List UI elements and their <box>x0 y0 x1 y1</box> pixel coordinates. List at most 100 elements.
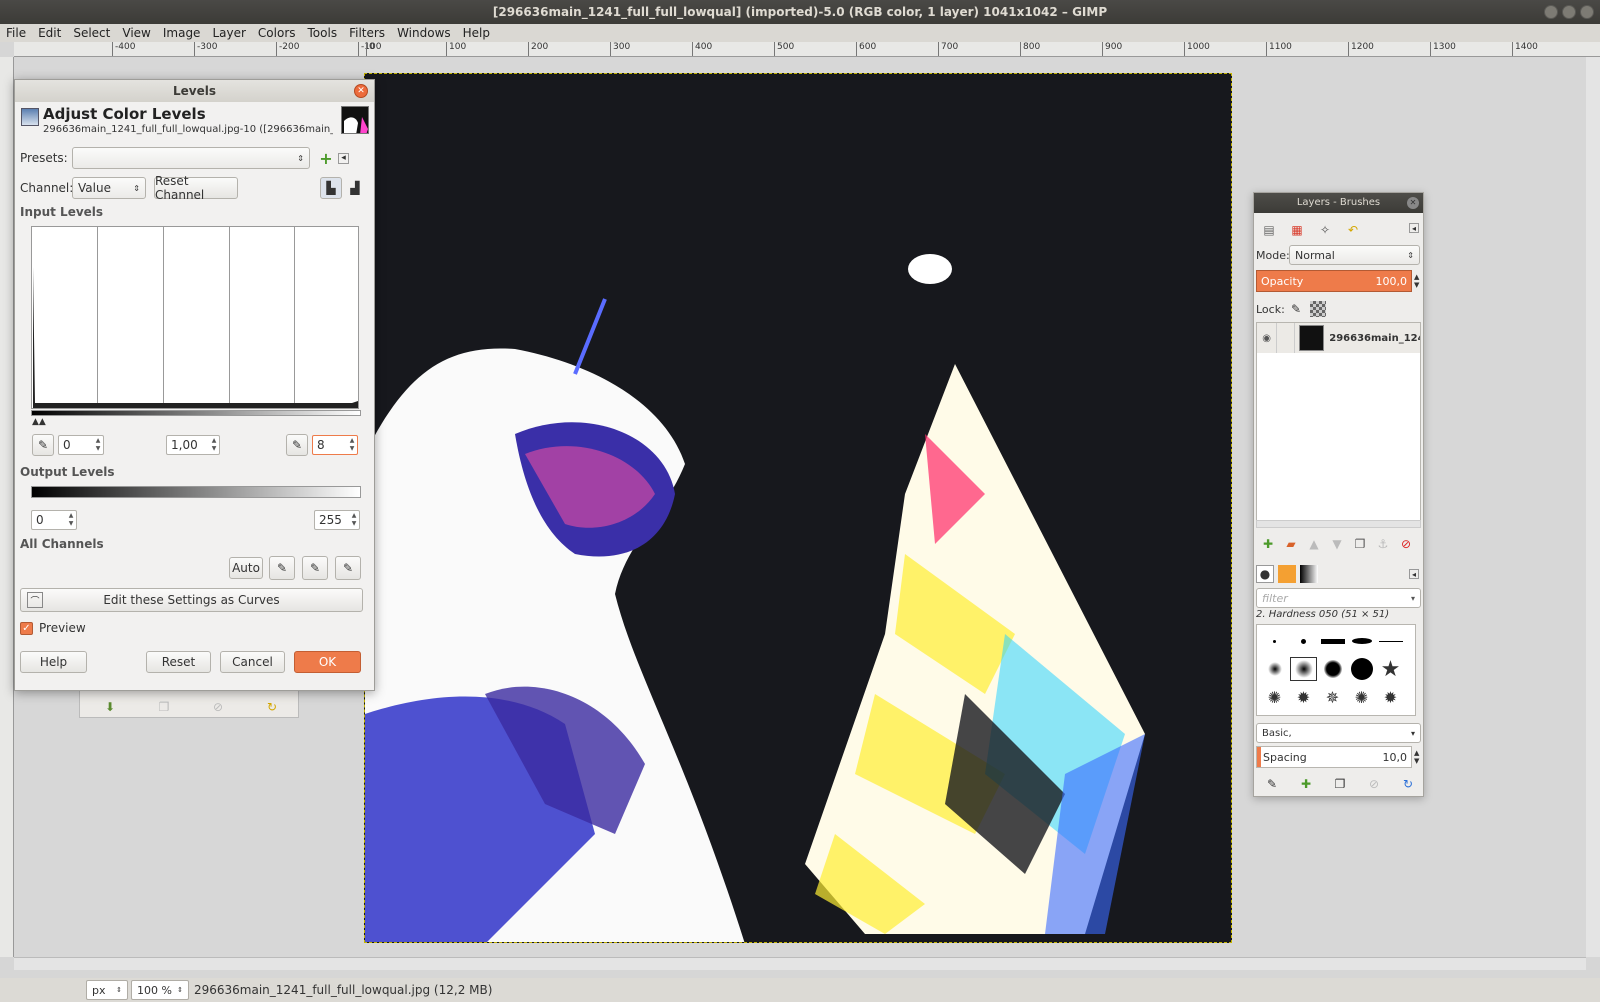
brush-item[interactable] <box>1290 629 1317 653</box>
brush-item[interactable]: ✹ <box>1290 685 1317 709</box>
brush-item[interactable] <box>1319 629 1346 653</box>
reset-button[interactable]: Reset <box>146 651 211 673</box>
image-canvas[interactable] <box>364 73 1232 943</box>
delete-icon[interactable]: ⊘ <box>210 699 226 715</box>
menu-file[interactable]: File <box>0 24 32 42</box>
brushes-tab-icon[interactable]: ● <box>1256 565 1274 583</box>
lower-layer-icon[interactable]: ▼ <box>1329 536 1345 552</box>
edit-curves-button[interactable]: ⌒ Edit these Settings as Curves <box>20 588 363 612</box>
levels-titlebar[interactable]: Levels ✕ <box>15 80 374 102</box>
paths-tab-icon[interactable]: ✧ <box>1314 219 1336 241</box>
brush-item[interactable] <box>1377 629 1404 653</box>
black-eyedropper-icon[interactable]: ✎ <box>32 434 54 456</box>
layer-name[interactable]: 296636main_1241_ <box>1329 333 1420 344</box>
pick-black-icon[interactable]: ✎ <box>269 556 295 580</box>
ok-button[interactable]: OK <box>294 651 361 673</box>
linear-histogram-icon[interactable]: ▙ <box>320 177 342 199</box>
channel-combo[interactable]: Value ⇕ <box>72 177 146 199</box>
brush-item[interactable]: ✺ <box>1261 685 1288 709</box>
duplicate-icon[interactable]: ❐ <box>156 699 172 715</box>
pick-white-icon[interactable]: ✎ <box>335 556 361 580</box>
close-button[interactable] <box>1580 5 1594 19</box>
menu-edit[interactable]: Edit <box>32 24 67 42</box>
dock-titlebar[interactable]: Layers - Brushes ✕ <box>1254 193 1423 213</box>
preview-checkbox[interactable]: ✓ <box>20 621 33 635</box>
preset-menu-icon[interactable]: ◂ <box>338 152 349 164</box>
edit-brush-icon[interactable]: ✎ <box>1264 776 1280 792</box>
menu-select[interactable]: Select <box>67 24 116 42</box>
input-high-spin[interactable]: 8 ▲ ▼ <box>312 435 358 455</box>
opacity-spin-arrows[interactable]: ▲ ▼ <box>1414 273 1419 289</box>
patterns-tab-icon[interactable] <box>1278 565 1296 583</box>
brush-item[interactable]: ✹ <box>1377 685 1404 709</box>
pick-gray-icon[interactable]: ✎ <box>302 556 328 580</box>
opacity-slider[interactable]: Opacity 100,0 <box>1256 270 1412 292</box>
horizontal-ruler[interactable]: -400 -300 -200 -100 0 100 200 300 400 50… <box>14 42 1600 57</box>
cancel-button[interactable]: Cancel <box>220 651 285 673</box>
brush-item-selected[interactable] <box>1290 657 1317 681</box>
close-icon[interactable]: ✕ <box>1407 197 1419 209</box>
lock-alpha-icon[interactable] <box>1310 301 1326 317</box>
brush-item[interactable] <box>1261 629 1288 653</box>
vertical-scrollbar[interactable] <box>1586 57 1600 957</box>
brush-item[interactable]: ✵ <box>1319 685 1346 709</box>
menu-help[interactable]: Help <box>457 24 496 42</box>
white-eyedropper-icon[interactable]: ✎ <box>286 434 308 456</box>
input-slider-handles[interactable]: ▲▲ <box>32 417 46 427</box>
brush-item[interactable] <box>1348 657 1375 681</box>
layer-row[interactable]: ◉ 296636main_1241_ <box>1257 323 1420 353</box>
layers-tab-icon[interactable]: ▤ <box>1258 219 1280 241</box>
save-icon[interactable]: ⬇ <box>102 699 118 715</box>
help-button[interactable]: Help <box>20 651 87 673</box>
brush-item[interactable] <box>1261 657 1288 681</box>
layer-list-hscrollbar[interactable] <box>1256 520 1421 528</box>
reset-channel-button[interactable]: Reset Channel <box>154 174 238 202</box>
duplicate-layer-icon[interactable]: ❐ <box>1352 536 1368 552</box>
brush-grid[interactable]: ★ ✺ ✹ ✵ ✺ ✹ <box>1256 624 1416 716</box>
brush-item[interactable] <box>1348 629 1375 653</box>
eye-icon[interactable]: ◉ <box>1257 330 1276 346</box>
channels-tab-icon[interactable]: ▦ <box>1286 219 1308 241</box>
input-gamma-spin[interactable]: 1,00 ▲ ▼ <box>166 435 220 455</box>
vertical-ruler[interactable] <box>0 57 14 957</box>
duplicate-brush-icon[interactable]: ❐ <box>1332 776 1348 792</box>
horizontal-scrollbar[interactable] <box>14 957 1586 970</box>
new-group-icon[interactable]: ▰ <box>1283 536 1299 552</box>
presets-combo[interactable]: ⇕ <box>72 147 310 169</box>
menu-layer[interactable]: Layer <box>206 24 251 42</box>
dock-menu-icon[interactable]: ◂ <box>1409 223 1419 233</box>
menu-windows[interactable]: Windows <box>391 24 457 42</box>
mode-combo[interactable]: Normal ⇕ <box>1289 245 1420 265</box>
add-preset-icon[interactable]: + <box>318 149 334 168</box>
brush-item[interactable] <box>1319 657 1346 681</box>
delete-brush-icon[interactable]: ⊘ <box>1366 776 1382 792</box>
brush-tag-combo[interactable]: Basic, ▾ <box>1256 723 1421 743</box>
gradients-tab-icon[interactable] <box>1300 565 1318 583</box>
brush-item[interactable]: ★ <box>1377 657 1404 682</box>
new-brush-icon[interactable]: ✚ <box>1298 776 1314 792</box>
spacing-slider[interactable]: Spacing 10,0 <box>1256 746 1412 768</box>
undo-history-tab-icon[interactable]: ↶ <box>1342 219 1364 241</box>
minimize-button[interactable] <box>1544 5 1558 19</box>
raise-layer-icon[interactable]: ▲ <box>1306 536 1322 552</box>
lock-pixels-icon[interactable]: ✎ <box>1288 301 1304 317</box>
menu-tools[interactable]: Tools <box>302 24 344 42</box>
spacing-spin-arrows[interactable]: ▲ ▼ <box>1414 749 1419 765</box>
layer-list[interactable]: ◉ 296636main_1241_ <box>1256 322 1421 522</box>
menu-image[interactable]: Image <box>157 24 207 42</box>
zoom-combo[interactable]: 100 % ⇕ <box>131 980 189 1000</box>
brush-item[interactable]: ✺ <box>1348 685 1375 709</box>
log-histogram-icon[interactable]: ▟ <box>344 177 366 199</box>
auto-button[interactable]: Auto <box>229 557 263 579</box>
output-low-spin[interactable]: 0 ▲ ▼ <box>31 510 77 530</box>
output-high-spin[interactable]: 255 ▲ ▼ <box>314 510 360 530</box>
refresh-brushes-icon[interactable]: ↻ <box>1400 776 1416 792</box>
menu-colors[interactable]: Colors <box>252 24 302 42</box>
menu-view[interactable]: View <box>116 24 156 42</box>
maximize-button[interactable] <box>1562 5 1576 19</box>
input-low-spin[interactable]: 0 ▲ ▼ <box>58 435 104 455</box>
refresh-icon[interactable]: ↻ <box>264 699 280 715</box>
new-layer-icon[interactable]: ✚ <box>1260 536 1276 552</box>
brush-dock-menu-icon[interactable]: ◂ <box>1409 569 1419 579</box>
unit-combo[interactable]: px ⇕ <box>86 980 128 1000</box>
